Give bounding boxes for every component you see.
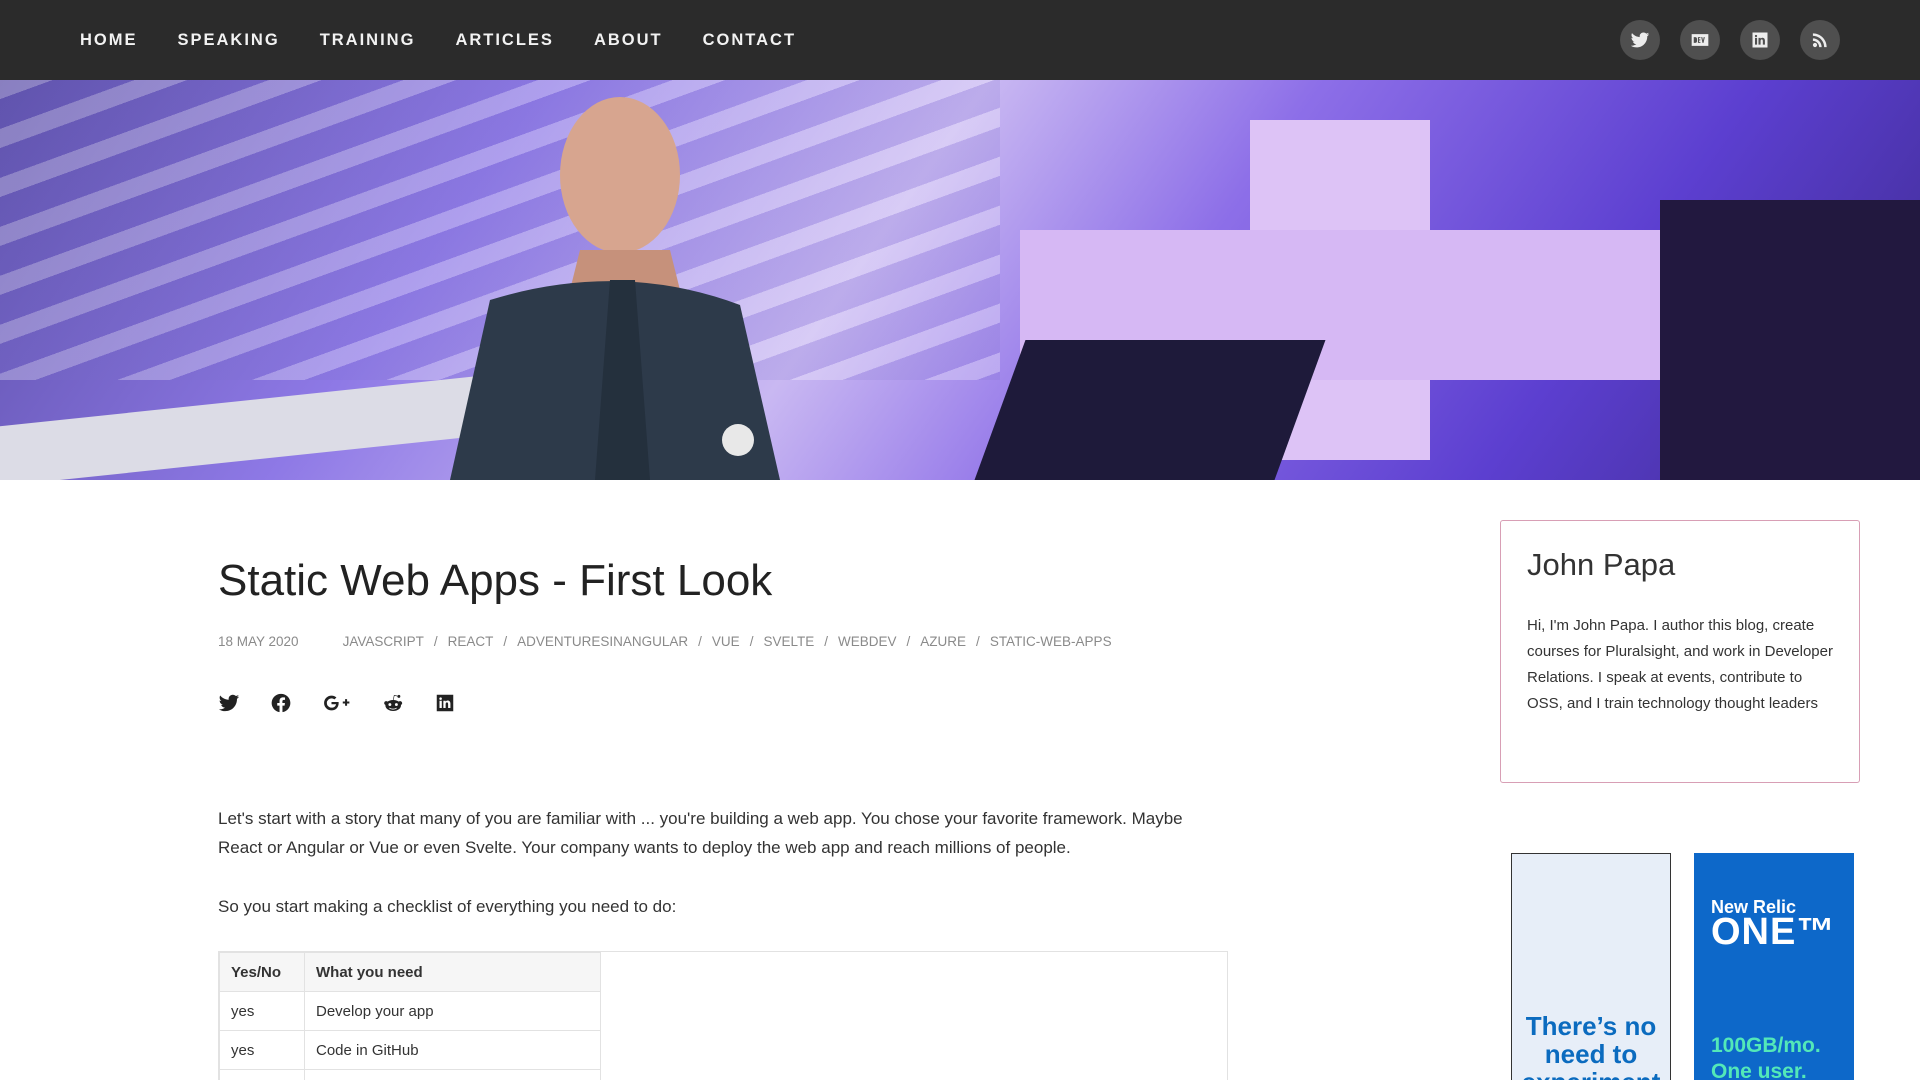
hero-banner — [0, 80, 1920, 480]
table-cell: yes — [219, 1030, 305, 1070]
dev-icon — [1691, 34, 1709, 46]
rss-icon — [1812, 33, 1827, 48]
ad-product: ONE™ — [1711, 911, 1836, 953]
facebook-icon — [271, 693, 291, 713]
reddit-icon — [384, 694, 403, 711]
tag-link[interactable]: VUE — [712, 634, 740, 649]
share-facebook-button[interactable] — [270, 692, 292, 714]
tag-separator: / — [503, 634, 508, 649]
social-links — [1600, 20, 1840, 60]
table-cell: Code in GitHub — [304, 1030, 601, 1070]
speaker-photo — [450, 97, 780, 480]
nav-contact[interactable]: CONTACT — [703, 31, 796, 50]
hero-dark-block — [974, 340, 1326, 480]
google-plus-icon — [324, 695, 350, 711]
tag-separator: / — [824, 634, 828, 649]
nav-about[interactable]: ABOUT — [594, 31, 663, 50]
twitter-link[interactable] — [1620, 20, 1660, 60]
hero-dark-block — [1660, 200, 1920, 480]
table-row: yes Code in GitHub — [219, 1030, 601, 1070]
tag-link[interactable]: AZURE — [920, 634, 966, 649]
nav-links: HOME SPEAKING TRAINING ARTICLES ABOUT CO… — [80, 0, 836, 80]
table-row — [219, 1069, 601, 1080]
share-twitter-button[interactable] — [218, 692, 240, 714]
tag-link[interactable]: SVELTE — [763, 634, 814, 649]
table-cell: Develop your app — [304, 991, 601, 1031]
top-navigation-bar: HOME SPEAKING TRAINING ARTICLES ABOUT CO… — [0, 0, 1920, 80]
nav-home[interactable]: HOME — [80, 31, 138, 50]
author-card: John Papa Hi, I'm John Papa. I author th… — [1500, 520, 1860, 783]
linkedin-icon — [1752, 32, 1768, 48]
share-google-plus-button[interactable] — [322, 692, 352, 714]
table-row: yes Develop your app — [219, 991, 601, 1031]
author-bio: Hi, I'm John Papa. I author this blog, c… — [1527, 617, 1833, 712]
table-header: Yes/No — [219, 952, 305, 992]
rss-link[interactable] — [1800, 20, 1840, 60]
share-linkedin-button[interactable] — [434, 692, 456, 714]
tag-link[interactable]: WEBDEV — [838, 634, 897, 649]
article-title: Static Web Apps - First Look — [218, 556, 773, 605]
table-cell: yes — [219, 991, 305, 1031]
linkedin-link[interactable] — [1740, 20, 1780, 60]
article-paragraph: So you start making a checklist of every… — [218, 897, 677, 916]
article-date: 18 MAY 2020 — [218, 634, 299, 649]
share-buttons — [218, 692, 486, 714]
nav-training[interactable]: TRAINING — [320, 31, 416, 50]
table-cell — [304, 1069, 601, 1080]
tag-separator: / — [906, 634, 911, 649]
table-header-row: Yes/No What you need — [219, 952, 601, 992]
nav-articles[interactable]: ARTICLES — [455, 31, 554, 50]
advertisement[interactable]: There’s no need to experiment — [1511, 853, 1671, 1080]
table-cell — [219, 1069, 305, 1080]
ad-headline: There’s no need to experiment — [1522, 1011, 1661, 1080]
twitter-icon — [1630, 32, 1650, 48]
tag-separator: / — [433, 634, 438, 649]
twitter-icon — [218, 694, 240, 712]
tag-link[interactable]: ADVENTURESINANGULAR — [517, 634, 688, 649]
share-reddit-button[interactable] — [382, 692, 404, 714]
checklist-table: Yes/No What you need yes Develop your ap… — [219, 952, 601, 1080]
tag-separator: / — [698, 634, 702, 649]
linkedin-icon — [436, 694, 454, 712]
dev-link[interactable] — [1680, 20, 1720, 60]
tag-link[interactable]: JAVASCRIPT — [343, 634, 424, 649]
tag-separator: / — [749, 634, 754, 649]
tag-link[interactable]: REACT — [448, 634, 494, 649]
tag-separator: / — [976, 634, 980, 649]
advertisement[interactable]: New Relic ONE™ 100GB/mo. One user. — [1694, 853, 1854, 1080]
article-paragraph: Let's start with a story that many of yo… — [218, 809, 1183, 857]
table-header: What you need — [304, 952, 601, 992]
nav-speaking[interactable]: SPEAKING — [178, 31, 280, 50]
author-name: John Papa — [1527, 547, 1676, 582]
tag-link[interactable]: STATIC-WEB-APPS — [990, 634, 1112, 649]
article-meta: 18 MAY 2020 JAVASCRIPT / REACT / ADVENTU… — [218, 634, 1112, 649]
ad-offer: 100GB/mo. One user. — [1711, 1034, 1821, 1080]
checklist-table-container: Yes/No What you need yes Develop your ap… — [218, 951, 1228, 1080]
